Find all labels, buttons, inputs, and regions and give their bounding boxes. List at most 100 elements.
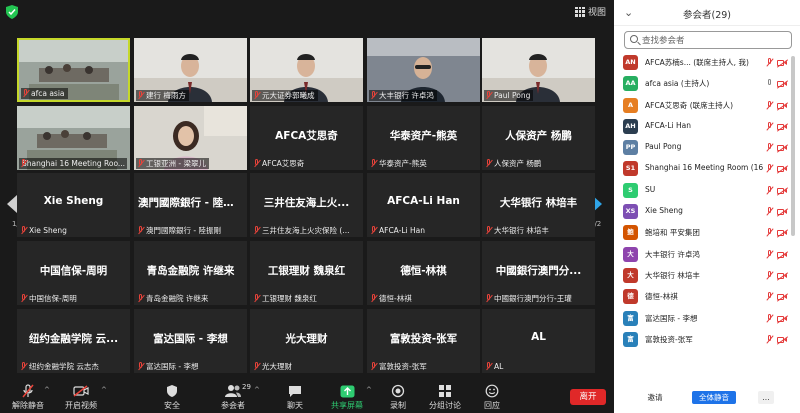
camera-off-icon[interactable]	[776, 144, 789, 153]
record-button[interactable]: 录制	[373, 384, 423, 411]
camera-off-icon[interactable]	[776, 208, 789, 217]
microphone-muted-icon[interactable]	[766, 249, 774, 260]
participant-display-name: 三井住友海上火...	[263, 197, 350, 209]
audio-options-chevron-icon[interactable]: ^	[44, 386, 50, 394]
camera-off-icon[interactable]	[776, 59, 789, 68]
participant-caption-text: AFCA艾思奇	[262, 159, 305, 168]
participant-tile[interactable]: AL AL	[482, 309, 595, 373]
microphone-muted-icon[interactable]	[766, 100, 774, 111]
search-participants-input[interactable]	[642, 34, 787, 47]
participant-tile[interactable]: AFCA-Li Han AFCA-Li Han	[367, 173, 480, 237]
participant-tile[interactable]: 工银理财 魏泉红 工银理财 魏泉红	[250, 241, 363, 305]
participant-tile[interactable]: 光大理财 光大理财	[250, 309, 363, 373]
participant-list-item[interactable]: AA afca asia (主持人)	[614, 73, 792, 94]
participant-list-item[interactable]: 德德恒-林祺	[614, 286, 792, 307]
participant-list-item[interactable]: 富富达国际 - 李想	[614, 308, 792, 329]
microphone-muted-icon	[137, 294, 145, 303]
participant-tile[interactable]: 工银亚洲 - 梁翠儿	[134, 106, 247, 170]
view-button[interactable]: 视图	[574, 5, 606, 18]
microphone-muted-icon[interactable]	[766, 334, 774, 345]
avatar: XS	[623, 204, 638, 220]
participant-list-item[interactable]: 大大华银行 林培丰	[614, 265, 792, 286]
participant-tile[interactable]: 富敦投资-张军 富敦投资-张军	[367, 309, 480, 373]
participant-list-item[interactable]: AN AFCA苏楠s... (联席主持人, 我)	[614, 52, 792, 73]
participant-list-scrollbar[interactable]	[791, 56, 795, 236]
camera-off-icon[interactable]	[776, 293, 789, 302]
participants-button[interactable]: 29 参会者	[208, 383, 258, 411]
chat-button[interactable]: 聊天	[270, 384, 320, 411]
search-box[interactable]	[624, 31, 792, 49]
camera-off-icon[interactable]	[776, 187, 789, 196]
participant-list-item[interactable]: S1 Shanghai 16 Meeting Room (16...	[614, 158, 792, 179]
participant-list-item[interactable]: S SU	[614, 180, 792, 201]
participant-list-item[interactable]: PP Paul Pong	[614, 137, 792, 158]
participant-list-item[interactable]: AH AFCA-Li Han	[614, 116, 792, 137]
microphone-muted-icon[interactable]	[766, 207, 774, 217]
reactions-button[interactable]: 回应	[467, 384, 517, 411]
participant-tile[interactable]: 德恒-林祺 德恒-林祺	[367, 241, 480, 305]
invite-button[interactable]: 邀请	[642, 391, 668, 404]
mute-all-button[interactable]: 全体静音	[692, 391, 736, 404]
participant-tile[interactable]: 中国信保-周明 中国信保-周明	[17, 241, 130, 305]
participant-tile[interactable]: 华泰资产-熊英 华泰资产-熊英	[367, 106, 480, 170]
participant-list-item[interactable]: XS Xie Sheng	[614, 201, 792, 222]
microphone-muted-icon[interactable]	[766, 228, 774, 238]
camera-off-icon[interactable]	[776, 336, 789, 345]
microphone-muted-icon	[485, 159, 493, 168]
microphone-muted-icon[interactable]	[766, 143, 774, 153]
participant-tile[interactable]: Paul Pong	[482, 38, 595, 102]
participant-list-item[interactable]: 鲍鲍培和 平安集团	[614, 222, 792, 243]
participant-tile[interactable]: 中國銀行澳門分... 中國銀行澳門分行-王瓘	[482, 241, 595, 305]
start-video-button[interactable]: 开启视频	[56, 384, 106, 411]
shield-icon[interactable]	[6, 5, 18, 19]
microphone-muted-icon[interactable]	[766, 185, 774, 196]
share-options-chevron-icon[interactable]: ^	[366, 386, 372, 394]
participant-tile[interactable]: 大华银行 林培丰 大华银行 林培丰	[482, 173, 595, 237]
participant-tile[interactable]: 富达国际 - 李想 富达国际 - 李想	[134, 309, 247, 373]
camera-off-icon[interactable]	[776, 101, 789, 111]
participant-tile[interactable]: afca asia	[17, 38, 130, 102]
camera-off-icon[interactable]	[776, 80, 789, 89]
microphone-icon[interactable]	[766, 79, 773, 89]
participant-list-item[interactable]: 大大丰银行 许卓鸿	[614, 244, 792, 265]
participant-tile[interactable]: AFCA艾思奇 AFCA艾思奇	[250, 106, 363, 170]
participant-tile[interactable]: 三井住友海上火... 三井住友海上火灾保险 (...	[250, 173, 363, 237]
participant-tile[interactable]: Xie Sheng Xie Sheng	[17, 173, 130, 237]
participant-list-item[interactable]: 富富敦投资-张军	[614, 329, 792, 350]
camera-off-icon[interactable]	[776, 229, 789, 239]
participant-tile[interactable]: 人保资产 杨鹏 人保资产 杨鹏	[482, 106, 595, 170]
participant-tile[interactable]: 青岛金融院 许继来 青岛金融院 许继来	[134, 241, 247, 305]
participant-tile[interactable]: 澳門國際銀行 - 陸振剛 澳門國際銀行 - 陸振剛	[134, 173, 247, 237]
camera-off-icon[interactable]	[776, 251, 789, 260]
microphone-muted-icon[interactable]	[766, 292, 774, 302]
microphone-muted-icon[interactable]	[766, 58, 774, 68]
camera-off-icon[interactable]	[776, 165, 789, 175]
security-button[interactable]: 安全	[147, 384, 197, 411]
share-screen-button[interactable]: 共享屏幕	[322, 384, 372, 411]
participant-tile[interactable]: 元大证券郭曦成	[250, 38, 363, 102]
microphone-muted-icon	[20, 226, 28, 235]
participant-tile[interactable]: 大丰银行 许卓鸿	[367, 38, 480, 102]
participant-tile[interactable]: Shanghai 16 Meeting Roo...	[17, 106, 130, 170]
breakout-rooms-button[interactable]: 分组讨论	[420, 384, 470, 411]
microphone-muted-icon[interactable]	[766, 121, 774, 132]
microphone-muted-icon[interactable]	[766, 270, 774, 281]
participant-caption-text: 富敦投资-张军	[379, 362, 427, 371]
participant-tile[interactable]: 纽约金融学院 云... 纽约金融学院 云志杰	[17, 309, 130, 373]
camera-off-icon[interactable]	[776, 123, 789, 132]
microphone-muted-icon[interactable]	[766, 313, 774, 324]
leave-meeting-button[interactable]: 离开	[570, 389, 606, 405]
avatar: 富	[623, 310, 638, 326]
participant-tile[interactable]: 建行 梅雨方	[134, 38, 247, 102]
previous-page-arrow-icon[interactable]	[7, 195, 17, 213]
microphone-muted-icon	[137, 91, 145, 100]
participant-list-item[interactable]: A AFCA艾思奇 (联席主持人)	[614, 95, 792, 116]
camera-off-icon[interactable]	[776, 272, 789, 281]
participants-options-chevron-icon[interactable]: ^	[254, 386, 260, 394]
microphone-muted-icon[interactable]	[766, 164, 774, 174]
participant-name-caption: 澳門國際銀行 - 陸振剛	[136, 225, 224, 236]
video-options-chevron-icon[interactable]: ^	[101, 386, 107, 394]
camera-off-icon[interactable]	[776, 314, 789, 324]
more-options-button[interactable]: ...	[758, 391, 774, 404]
grid-view-icon	[574, 6, 585, 17]
